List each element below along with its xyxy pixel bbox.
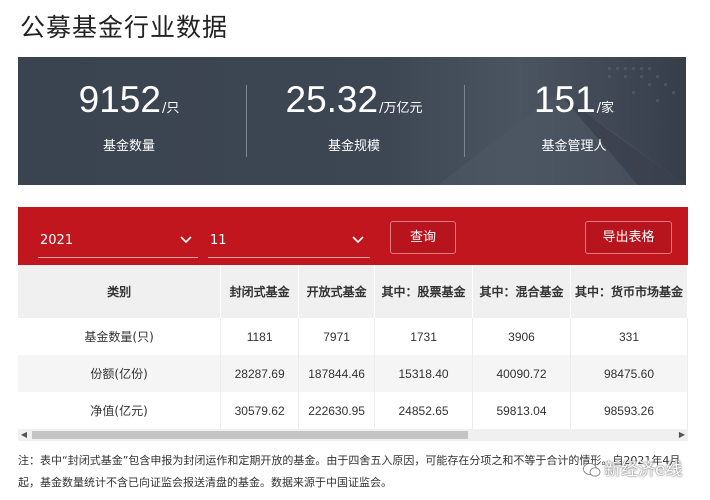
data-table-container[interactable]: 类别 封闭式基金 开放式基金 其中：股票基金 其中：混合基金 其中：货币市场基金… bbox=[18, 265, 688, 429]
stat-fund-scale: 25.32/万亿元 基金规模 bbox=[243, 57, 465, 185]
fund-data-table: 类别 封闭式基金 开放式基金 其中：股票基金 其中：混合基金 其中：货币市场基金… bbox=[18, 265, 688, 429]
stat-fund-count: 9152/只 基金数量 bbox=[18, 57, 240, 185]
scrollbar-thumb[interactable] bbox=[32, 431, 468, 439]
stat-label: 基金数量 bbox=[102, 139, 155, 154]
table-cell: 7971 bbox=[298, 318, 376, 355]
table-cell: 1181 bbox=[220, 318, 300, 355]
table-cell: 净值(亿元) bbox=[18, 392, 222, 429]
table-cell: 331 bbox=[570, 318, 688, 355]
page-title: 公募基金行业数据 bbox=[20, 13, 229, 42]
year-select-value: 2021 bbox=[40, 233, 74, 248]
table-row: 份额(亿份) 28287.69 187844.46 15318.40 40090… bbox=[18, 355, 688, 392]
table-row: 基金数量(只) 1181 7971 1731 3906 331 bbox=[18, 318, 688, 355]
table-cell: 187844.46 bbox=[298, 355, 376, 392]
year-select[interactable]: 2021 bbox=[38, 227, 198, 258]
table-cell: 24852.65 bbox=[374, 392, 474, 429]
export-table-button[interactable]: 导出表格 bbox=[585, 221, 672, 254]
stat-fund-managers: 151/家 基金管理人 bbox=[463, 57, 685, 185]
column-header: 其中：货币市场基金 bbox=[570, 265, 688, 318]
chevron-down-icon bbox=[180, 236, 192, 244]
horizontal-scrollbar[interactable]: ◀ ▶ bbox=[18, 429, 688, 441]
table-cell: 98593.26 bbox=[570, 392, 688, 429]
stat-label: 基金规模 bbox=[327, 139, 380, 154]
table-row: 净值(亿元) 30579.62 222630.95 24852.65 59813… bbox=[18, 392, 688, 429]
column-header: 封闭式基金 bbox=[220, 265, 300, 318]
column-header: 其中：股票基金 bbox=[374, 265, 474, 318]
scroll-left-icon[interactable]: ◀ bbox=[18, 429, 30, 441]
table-cell: 份额(亿份) bbox=[18, 355, 222, 392]
table-cell: 28287.69 bbox=[220, 355, 300, 392]
stat-label: 基金管理人 bbox=[541, 139, 607, 154]
table-cell: 30579.62 bbox=[220, 392, 300, 429]
stats-banner: 9152/只 基金数量 25.32/万亿元 基金规模 151/家 基金管理人 bbox=[18, 57, 686, 185]
stat-value: 25.32 bbox=[285, 79, 379, 120]
query-button[interactable]: 查询 bbox=[390, 221, 456, 254]
filter-bar: 2021 11 查询 导出表格 bbox=[18, 207, 688, 265]
table-cell: 基金数量(只) bbox=[18, 318, 222, 355]
table-cell: 15318.40 bbox=[374, 355, 474, 392]
stat-value: 151 bbox=[533, 79, 596, 120]
column-header: 开放式基金 bbox=[298, 265, 376, 318]
table-cell: 1731 bbox=[374, 318, 474, 355]
table-header-row: 类别 封闭式基金 开放式基金 其中：股票基金 其中：混合基金 其中：货币市场基金 bbox=[18, 265, 688, 318]
table-cell: 59813.04 bbox=[472, 392, 571, 429]
column-header: 类别 bbox=[18, 265, 222, 318]
month-select-value: 11 bbox=[210, 233, 227, 248]
watermark-text: 新经济e线 bbox=[604, 460, 683, 480]
wechat-icon bbox=[583, 463, 601, 477]
table-cell: 222630.95 bbox=[298, 392, 376, 429]
table-cell: 98475.60 bbox=[570, 355, 688, 392]
table-cell: 40090.72 bbox=[472, 355, 571, 392]
stat-unit: /家 bbox=[596, 101, 615, 116]
stat-unit: /万亿元 bbox=[379, 101, 423, 116]
column-header: 其中：混合基金 bbox=[472, 265, 571, 318]
month-select[interactable]: 11 bbox=[208, 227, 370, 258]
stat-unit: /只 bbox=[161, 101, 180, 116]
chevron-down-icon bbox=[352, 236, 364, 244]
table-cell: 3906 bbox=[472, 318, 571, 355]
stat-value: 9152 bbox=[78, 79, 161, 120]
scroll-right-icon[interactable]: ▶ bbox=[676, 429, 688, 441]
watermark: 新经济e线 bbox=[583, 455, 698, 481]
